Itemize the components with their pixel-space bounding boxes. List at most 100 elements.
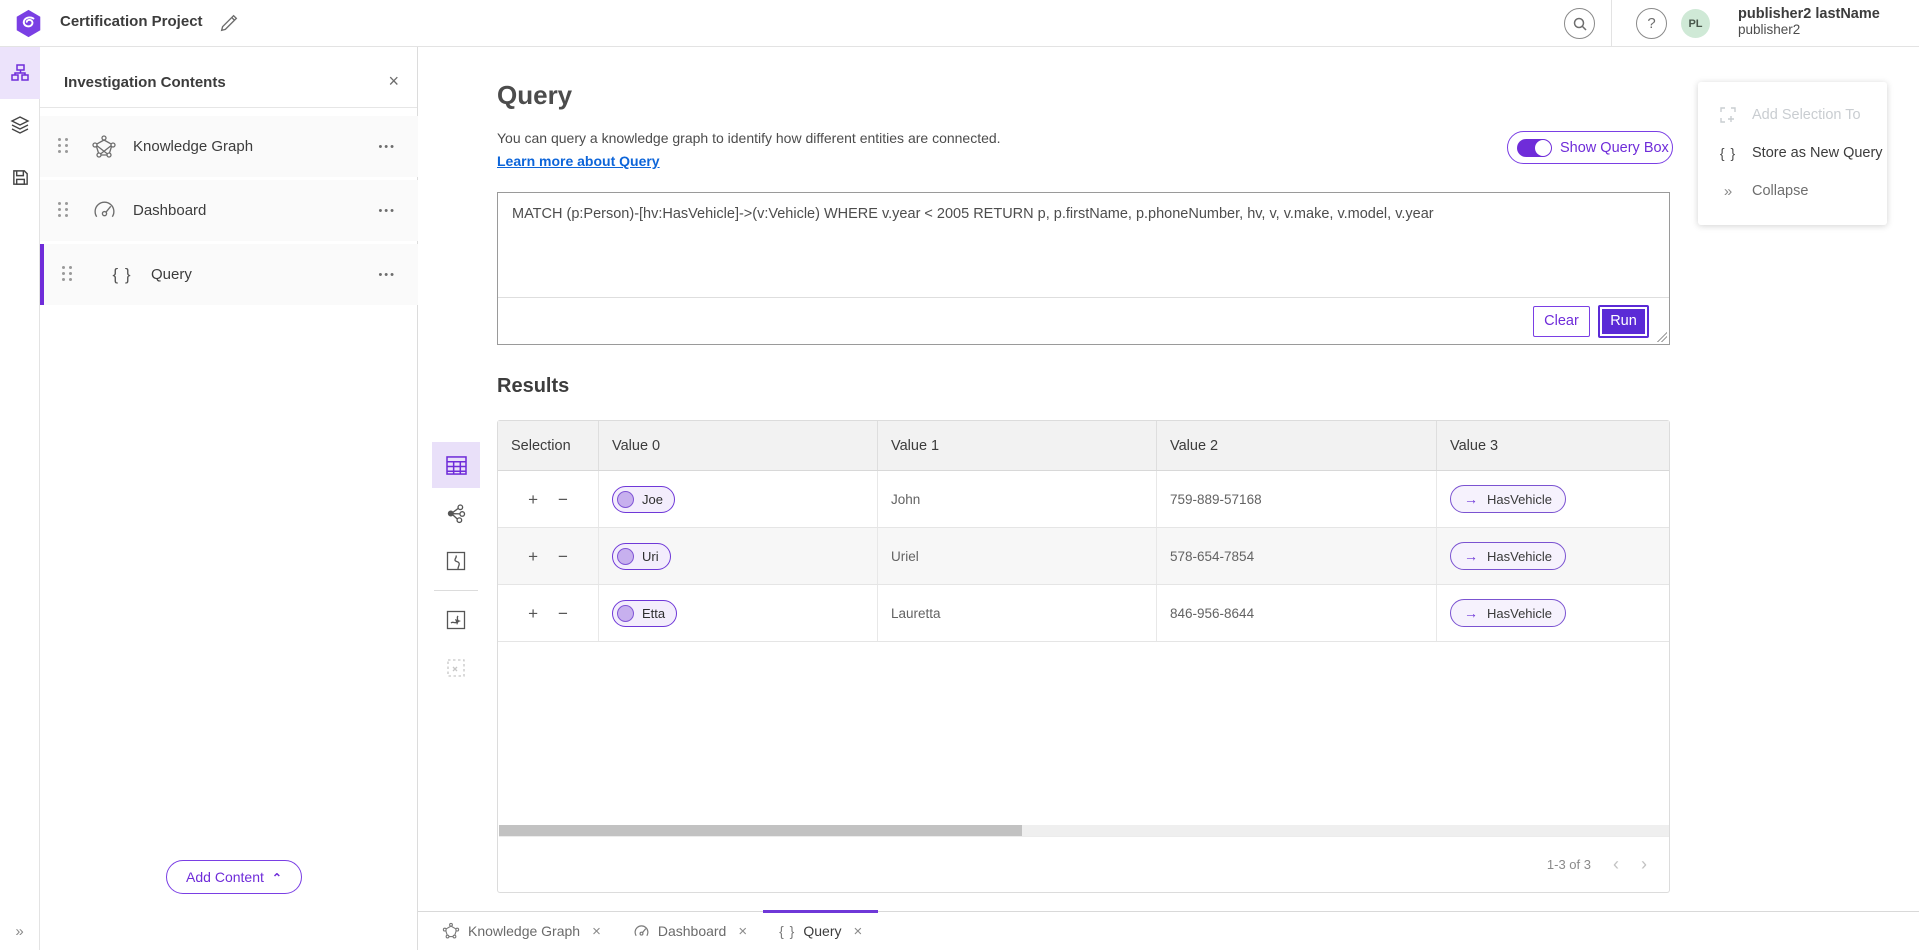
map-selection-view-button[interactable] xyxy=(432,597,480,643)
hierarchy-icon xyxy=(10,63,30,83)
relation-chip[interactable]: → HasVehicle xyxy=(1450,542,1566,570)
network-icon xyxy=(446,503,467,524)
content-item-label: Dashboard xyxy=(133,202,206,219)
show-query-box-toggle[interactable]: Show Query Box xyxy=(1507,131,1673,164)
panel-title: Investigation Contents xyxy=(64,74,226,91)
add-content-button[interactable]: Add Content ⌃ xyxy=(166,860,302,894)
relation-arrow-icon: → xyxy=(1464,491,1478,507)
next-page-button[interactable]: › xyxy=(1641,854,1647,875)
overflow-menu-icon[interactable]: ••• xyxy=(378,141,396,153)
horizontal-scrollbar[interactable] xyxy=(499,825,1669,836)
tab-query[interactable]: { } Query × xyxy=(763,912,878,950)
add-to-selection-button[interactable]: + xyxy=(526,489,540,510)
menu-item-add-selection-to[interactable]: Add Selection To xyxy=(1698,96,1887,134)
entity-label: Joe xyxy=(642,492,663,507)
menu-item-label: Store as New Query xyxy=(1752,145,1883,161)
avatar[interactable]: PL xyxy=(1681,9,1710,38)
drag-handle-icon[interactable] xyxy=(62,266,73,283)
close-panel-icon[interactable]: × xyxy=(388,71,399,92)
query-braces-icon: { } xyxy=(109,262,135,288)
user-name: publisher2 lastName xyxy=(1738,6,1880,22)
entity-chip[interactable]: Joe xyxy=(612,486,675,513)
content-item-knowledge-graph[interactable]: Knowledge Graph ••• xyxy=(40,116,418,177)
first-name-cell: John xyxy=(878,471,1157,527)
clear-button[interactable]: Clear xyxy=(1533,306,1590,337)
close-tab-icon[interactable]: × xyxy=(853,923,862,940)
save-icon xyxy=(11,168,30,187)
lasso-select-view-button[interactable] xyxy=(432,645,480,691)
menu-item-store-as-new-query[interactable]: { } Store as New Query xyxy=(1698,134,1887,172)
tab-label: Query xyxy=(803,923,841,939)
relation-label: HasVehicle xyxy=(1487,549,1552,564)
panel-items: Knowledge Graph ••• Dashboard ••• { } Qu… xyxy=(40,116,418,308)
remove-from-selection-button[interactable]: − xyxy=(556,603,570,624)
previous-page-button[interactable]: ‹ xyxy=(1613,854,1619,875)
close-tab-icon[interactable]: × xyxy=(592,923,601,940)
dashboard-icon xyxy=(633,923,650,940)
user-block[interactable]: publisher2 lastName publisher2 xyxy=(1738,6,1880,38)
toggle-switch-icon[interactable] xyxy=(1517,139,1552,157)
dashboard-icon xyxy=(91,198,117,224)
table-view-button[interactable] xyxy=(432,442,480,488)
relation-chip[interactable]: → HasVehicle xyxy=(1450,485,1566,513)
map-view-button[interactable] xyxy=(432,538,480,584)
table-icon xyxy=(446,456,467,475)
relation-chip[interactable]: → HasVehicle xyxy=(1450,599,1566,627)
user-subtitle: publisher2 xyxy=(1738,22,1880,38)
left-rail: » xyxy=(0,47,40,950)
table-row: + − Uri Uriel 578-654-7854 → HasVehicle xyxy=(498,528,1669,585)
column-header-value3: Value 3 xyxy=(1437,421,1669,470)
content-item-label: Query xyxy=(151,266,192,283)
close-tab-icon[interactable]: × xyxy=(738,923,747,940)
help-button[interactable]: ? xyxy=(1636,8,1667,39)
overflow-menu-icon[interactable]: ••• xyxy=(378,205,396,217)
entity-chip[interactable]: Etta xyxy=(612,600,677,627)
results-title: Results xyxy=(497,375,569,398)
resize-handle[interactable] xyxy=(1657,332,1667,342)
add-to-selection-button[interactable]: + xyxy=(526,603,540,624)
column-header-value2: Value 2 xyxy=(1157,421,1437,470)
drag-handle-icon[interactable] xyxy=(58,138,69,155)
first-name-cell: Lauretta xyxy=(878,585,1157,641)
phone-cell: 759-889-57168 xyxy=(1157,471,1437,527)
tab-dashboard[interactable]: Dashboard × xyxy=(617,912,763,950)
edit-title-icon[interactable] xyxy=(218,12,240,34)
tab-label: Knowledge Graph xyxy=(468,923,580,939)
entity-node-icon xyxy=(617,491,634,508)
add-to-selection-button[interactable]: + xyxy=(526,546,540,567)
app-logo-icon xyxy=(14,9,43,38)
content-item-query[interactable]: { } Query ••• xyxy=(40,244,418,305)
help-icon: ? xyxy=(1647,15,1655,32)
network-view-button[interactable] xyxy=(432,490,480,536)
rail-item-contents[interactable] xyxy=(0,47,40,99)
first-name-cell: Uriel xyxy=(878,528,1157,584)
selection-cell: + − xyxy=(498,471,599,527)
remove-from-selection-button[interactable]: − xyxy=(556,489,570,510)
scrollbar-thumb[interactable] xyxy=(499,825,1022,836)
query-actions: Clear Run xyxy=(498,298,1669,344)
tab-knowledge-graph[interactable]: Knowledge Graph × xyxy=(426,912,617,950)
relation-cell: → HasVehicle xyxy=(1437,528,1669,584)
query-input[interactable]: MATCH (p:Person)-[hv:HasVehicle]->(v:Veh… xyxy=(498,193,1669,298)
column-header-selection: Selection xyxy=(498,421,599,470)
investigation-contents-panel: Investigation Contents × Knowledge Graph… xyxy=(40,47,418,950)
dashed-select-icon xyxy=(446,658,466,678)
drag-handle-icon[interactable] xyxy=(58,202,69,219)
expand-rail-button[interactable]: » xyxy=(0,923,40,940)
content-item-dashboard[interactable]: Dashboard ••• xyxy=(40,180,418,241)
search-button[interactable] xyxy=(1564,8,1595,39)
entity-label: Etta xyxy=(642,606,665,621)
remove-from-selection-button[interactable]: − xyxy=(556,546,570,567)
bottom-tab-bar: Knowledge Graph × Dashboard × { } Query … xyxy=(418,911,1919,950)
run-button[interactable]: Run xyxy=(1598,305,1649,338)
entity-chip[interactable]: Uri xyxy=(612,543,671,570)
rail-item-save[interactable] xyxy=(0,151,40,203)
table-row: + − Etta Lauretta 846-956-8644 → HasVehi… xyxy=(498,585,1669,642)
relation-label: HasVehicle xyxy=(1487,606,1552,621)
menu-item-collapse[interactable]: » Collapse xyxy=(1698,172,1887,210)
entity-cell: Etta xyxy=(599,585,878,641)
learn-more-link[interactable]: Learn more about Query xyxy=(497,153,660,169)
overflow-menu-icon[interactable]: ••• xyxy=(378,269,396,281)
rail-item-layers[interactable] xyxy=(0,99,40,151)
pagination: 1-3 of 3 ‹ › xyxy=(499,836,1669,892)
